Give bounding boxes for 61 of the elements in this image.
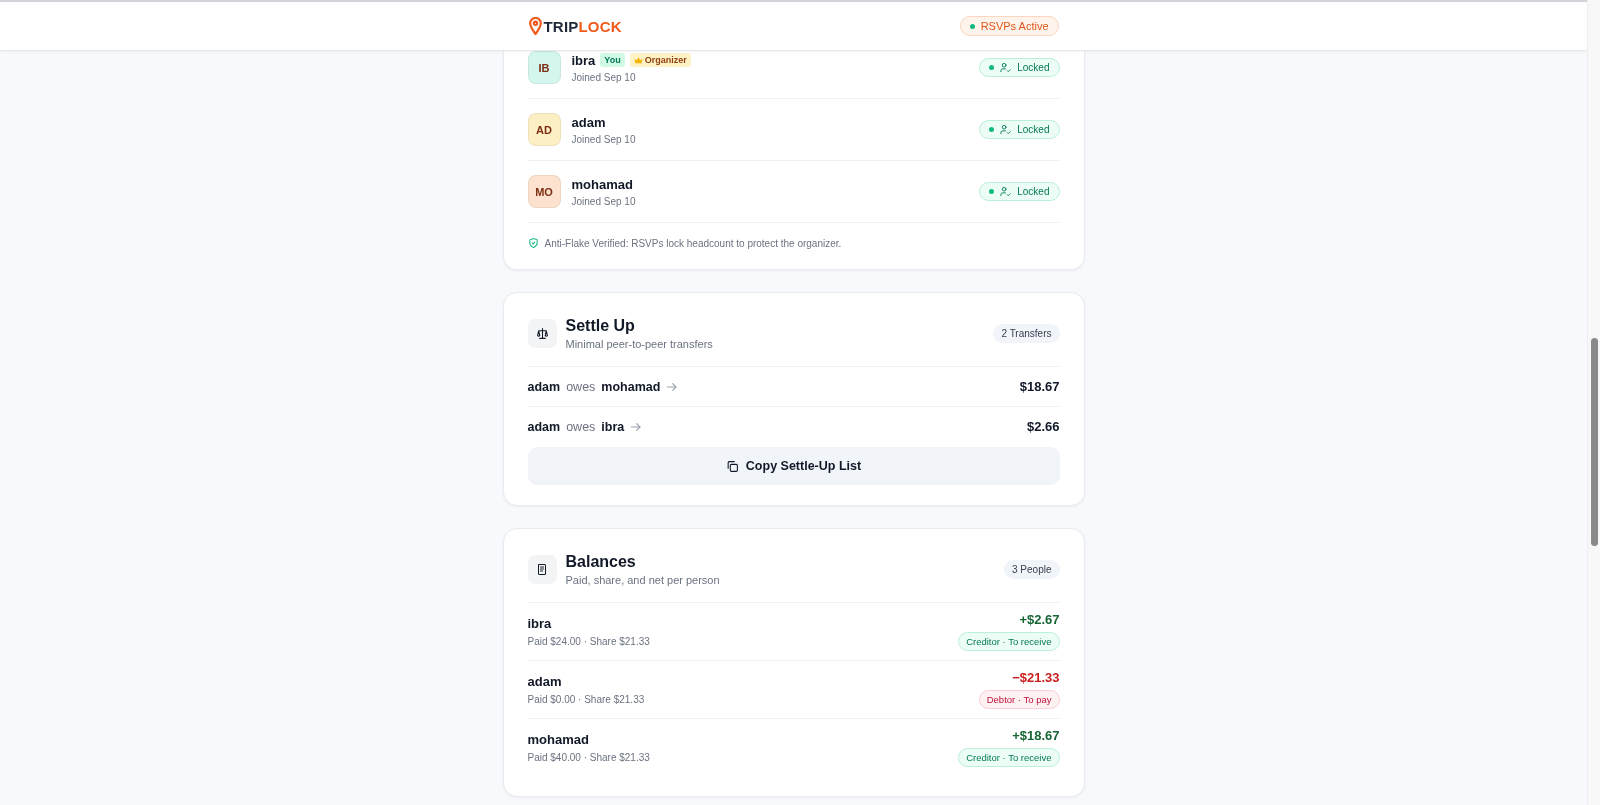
net-amount: +$18.67 [1012, 728, 1060, 743]
user-check-icon [1000, 124, 1012, 135]
avatar: MO [527, 175, 561, 208]
arrow-right-icon [666, 381, 678, 392]
locked-pill: Locked [979, 58, 1060, 77]
paid-share-detail: Paid $24.00 · Share $21.33 [527, 636, 651, 647]
copy-icon [725, 459, 739, 473]
status-dot-icon [989, 189, 995, 194]
joined-date: Joined Sep 10 [571, 195, 637, 207]
copy-list-button[interactable]: Copy Settle-Up List [527, 447, 1060, 485]
avatar: IB [527, 51, 561, 84]
you-badge: You [600, 53, 625, 67]
joined-date: Joined Sep 10 [571, 71, 637, 83]
member-name: mohamad [571, 176, 633, 192]
person-name: mohamad [527, 732, 590, 747]
scrollbar-thumb[interactable] [1590, 338, 1598, 546]
card-title: Balances [565, 553, 637, 571]
owes-label: owes [566, 419, 596, 434]
card-subtitle: Minimal peer-to-peer transfers [565, 338, 714, 350]
owes-label: owes [566, 379, 596, 394]
card-subtitle: Paid, share, and net per person [565, 574, 721, 586]
payer-name: adam [527, 379, 561, 394]
anti-flake-note: Anti-Flake Verified: RSVPs lock headcount to protect the organizer. [544, 237, 842, 249]
net-amount: −$21.33 [1012, 670, 1060, 685]
count-pill: 3 People [1004, 560, 1060, 579]
brand-logo-text: TRIPLOCK [543, 17, 622, 35]
count-pill: 2 Transfers [993, 324, 1060, 343]
scale-icon [535, 327, 549, 340]
shield-check-icon [527, 237, 539, 249]
paid-share-detail: Paid $0.00 · Share $21.33 [527, 694, 646, 705]
scrollbar[interactable] [1587, 0, 1600, 805]
payer-name: adam [527, 419, 561, 434]
status-dot-icon [969, 23, 975, 29]
person-name: adam [527, 674, 563, 689]
status-dot-icon [989, 127, 995, 132]
person-name: ibra [527, 616, 553, 631]
role-pill: Creditor · To receive [958, 632, 1060, 651]
status-dot-icon [989, 65, 995, 70]
user-check-icon [1000, 62, 1012, 73]
locked-pill: Locked [979, 120, 1060, 139]
receipt-icon [536, 563, 548, 576]
transfer-amount: $2.66 [1026, 419, 1060, 434]
crown-icon [633, 56, 643, 64]
organizer-badge: Organizer [629, 53, 691, 67]
payee-name: mohamad [601, 379, 661, 394]
transfer-amount: $18.67 [1019, 379, 1060, 394]
status-pill: RSVPs Active [959, 16, 1059, 36]
member-name: adam [571, 114, 606, 130]
role-pill: Creditor · To receive [958, 748, 1060, 767]
payee-name: ibra [601, 419, 625, 434]
role-pill: Debtor · To pay [978, 690, 1060, 709]
card-title: Settle Up [565, 317, 636, 335]
joined-date: Joined Sep 10 [571, 133, 637, 145]
member-name: ibra [571, 52, 596, 68]
map-pin-icon [528, 17, 542, 35]
arrow-right-icon [630, 421, 642, 432]
paid-share-detail: Paid $40.00 · Share $21.33 [527, 752, 651, 763]
net-amount: +$2.67 [1019, 612, 1060, 627]
locked-pill: Locked [979, 182, 1060, 201]
avatar: AD [527, 113, 561, 146]
user-check-icon [1000, 186, 1012, 197]
